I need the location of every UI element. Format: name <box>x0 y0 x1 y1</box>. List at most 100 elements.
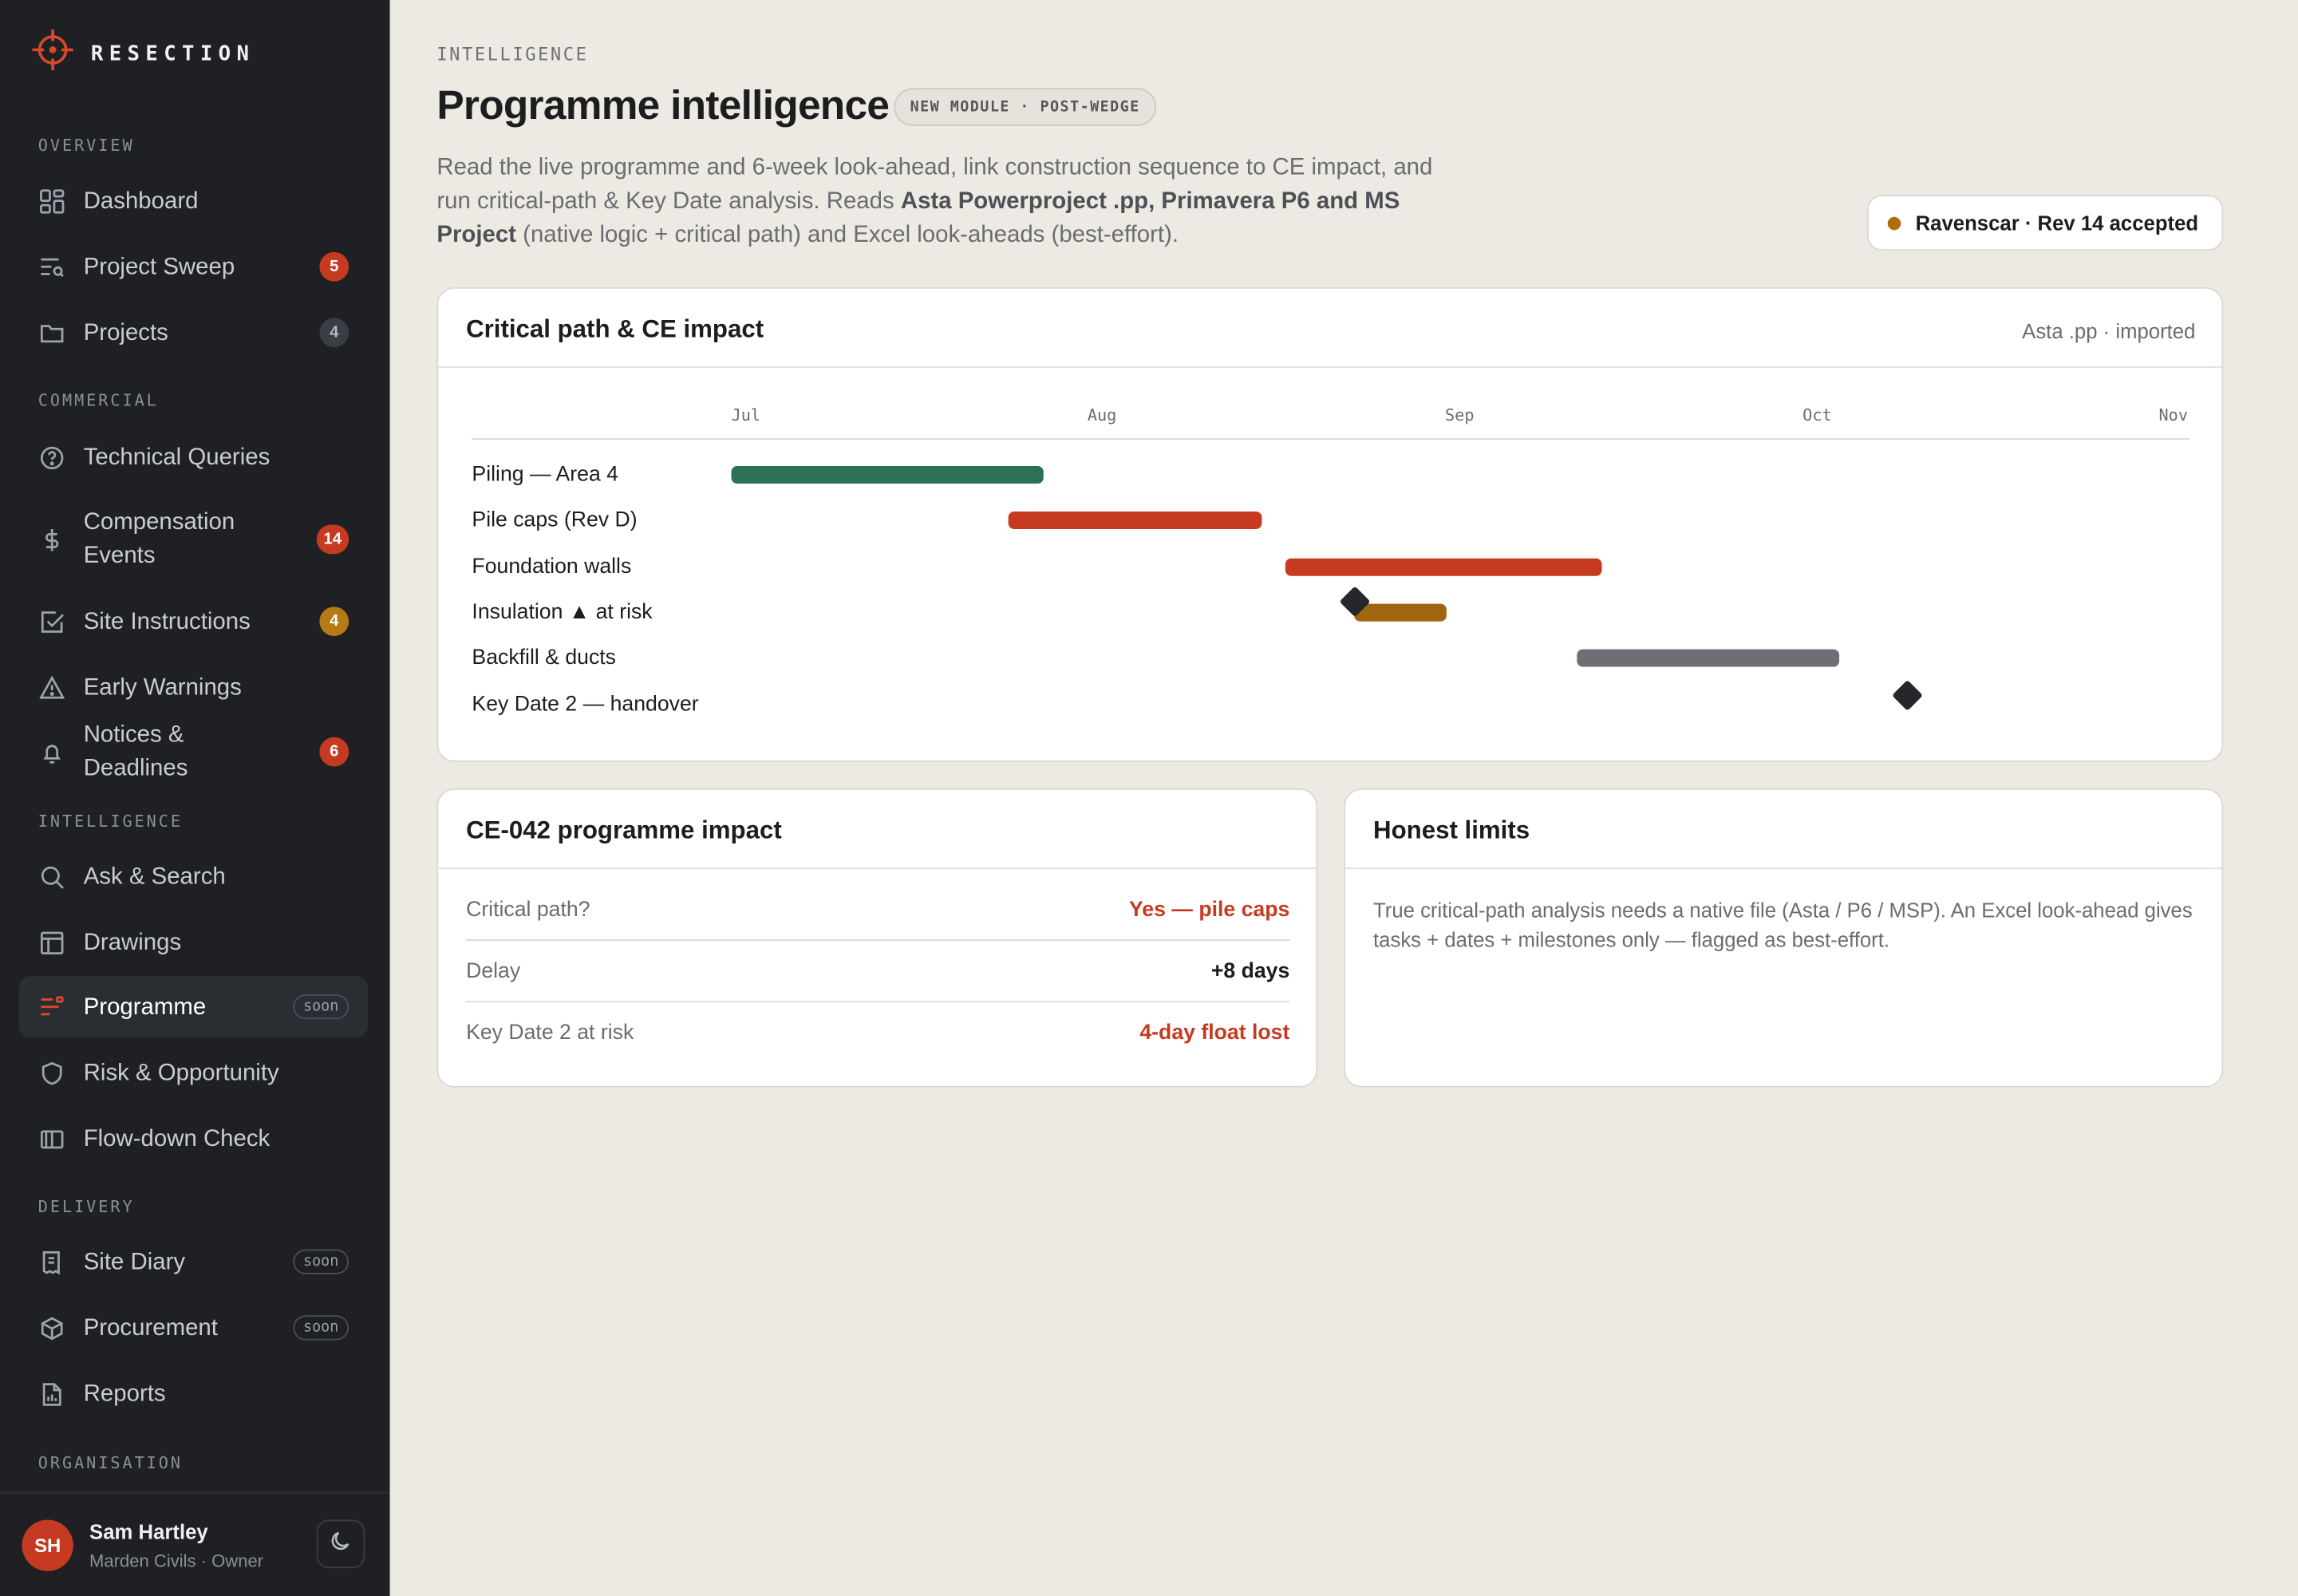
brand[interactable]: RESECTION <box>32 29 255 78</box>
section-delivery: DELIVERY <box>38 1197 135 1217</box>
row-value: 4-day float lost <box>1139 1021 1290 1045</box>
source-label: Asta .pp · imported <box>2022 319 2196 343</box>
impact-row-key-date: Key Date 2 at risk 4-day float lost <box>466 1002 1289 1064</box>
nav-risk-opportunity[interactable]: Risk & Opportunity <box>19 1042 368 1104</box>
section-commercial: COMMERCIAL <box>38 391 159 411</box>
layout-icon <box>38 929 65 955</box>
nav-project-sweep[interactable]: Project Sweep 5 <box>19 236 368 298</box>
project-status-label: Ravenscar · Rev 14 accepted <box>1915 211 2199 235</box>
nav-notices-deadlines[interactable]: Notices & Deadlines 6 <box>19 721 368 783</box>
row-key: Key Date 2 at risk <box>466 1021 634 1045</box>
nav-drawings[interactable]: Drawings <box>19 911 368 973</box>
sweep-icon <box>38 254 65 280</box>
task-bar[interactable] <box>1285 558 1602 576</box>
count-badge: 5 <box>319 251 349 282</box>
columns-icon <box>38 1125 65 1152</box>
project-status-pill[interactable]: Ravenscar · Rev 14 accepted <box>1866 195 2224 251</box>
soon-tag: soon <box>293 1315 349 1341</box>
task-label: Backfill & ducts <box>472 646 617 670</box>
user-profile: SH Sam Hartley Marden Civils · Owner <box>0 1491 390 1596</box>
critical-path-card: Critical path & CE impact Asta .pp · imp… <box>436 286 2224 763</box>
count-badge: 6 <box>319 737 349 767</box>
nav-early-warnings[interactable]: Early Warnings <box>19 657 368 718</box>
page-description: Read the live programme and 6-week look-… <box>436 151 1447 252</box>
status-dot <box>1887 215 1901 230</box>
nav-projects[interactable]: Projects 4 <box>19 302 368 363</box>
row-value: Yes — pile caps <box>1128 897 1290 922</box>
month-label: Nov <box>2158 405 2189 425</box>
month-label: Jul <box>731 405 761 425</box>
nav-label: Site Instructions <box>83 609 251 634</box>
task-bar[interactable] <box>731 466 1043 484</box>
task-bar[interactable] <box>1577 649 1839 667</box>
module-badge: NEW MODULE · POST-WEDGE <box>894 88 1156 126</box>
nav-site-diary[interactable]: Site Diary soon <box>19 1231 368 1293</box>
bell-icon <box>38 739 65 765</box>
page-title: Programme intelligence <box>436 81 890 128</box>
nav-label: Technical Queries <box>83 444 270 470</box>
limits-text: True critical-path analysis needs a nati… <box>1373 898 2193 951</box>
user-org-role: Marden Civils · Owner <box>89 1551 264 1571</box>
folder-icon <box>38 319 65 346</box>
dollar-icon <box>38 526 65 552</box>
nav-label: Programme <box>83 994 207 1020</box>
nav-label: Compensation Events <box>83 510 235 569</box>
warning-icon <box>38 674 65 701</box>
diary-icon <box>38 1249 65 1275</box>
section-organisation: ORGANISATION <box>38 1453 183 1473</box>
task-bar[interactable] <box>1008 511 1262 529</box>
nav-label: Project Sweep <box>83 254 235 279</box>
question-icon <box>38 444 65 470</box>
task-label: Foundation walls <box>472 555 632 579</box>
nav-label: Risk & Opportunity <box>83 1060 279 1085</box>
card-title: Honest limits <box>1373 816 1530 844</box>
shield-icon <box>38 1060 65 1086</box>
avatar[interactable]: SH <box>22 1519 73 1571</box>
task-label: Key Date 2 — handover <box>472 693 699 717</box>
check-square-icon <box>38 608 65 634</box>
section-overview: OVERVIEW <box>38 136 135 156</box>
card-header: CE-042 programme impact <box>438 790 1317 870</box>
nav-flow-down-check[interactable]: Flow-down Check <box>19 1108 368 1169</box>
task-label: Piling — Area 4 <box>472 463 619 487</box>
nav-label: Projects <box>83 320 168 346</box>
row-key: Critical path? <box>466 897 590 922</box>
nav-label: Procurement <box>83 1315 218 1341</box>
month-label: Oct <box>1802 405 1832 425</box>
month-label: Aug <box>1087 405 1117 425</box>
nav-dashboard[interactable]: Dashboard <box>19 170 368 231</box>
nav-site-instructions[interactable]: Site Instructions 4 <box>19 591 368 652</box>
nav-label: Drawings <box>83 930 182 955</box>
impact-row-critical-path: Critical path? Yes — pile caps <box>466 879 1290 942</box>
description-text-end: (native logic + critical path) and Excel… <box>515 223 1179 248</box>
nav-label: Dashboard <box>83 188 199 214</box>
breadcrumb: INTELLIGENCE <box>436 44 589 65</box>
card-title: Critical path & CE impact <box>466 314 764 343</box>
nav-label: Early Warnings <box>83 674 242 700</box>
timeline-rule <box>472 438 2190 440</box>
report-icon <box>38 1381 65 1407</box>
soon-tag: soon <box>293 994 349 1020</box>
card-title: CE-042 programme impact <box>466 816 782 844</box>
dashboard-icon <box>38 188 65 214</box>
row-key: Delay <box>466 959 521 983</box>
count-badge: 4 <box>319 318 349 348</box>
nav-compensation-events[interactable]: Compensation Events 14 <box>19 500 368 579</box>
task-label: Insulation ▲ at risk <box>472 600 653 625</box>
nav-reports[interactable]: Reports <box>19 1363 368 1424</box>
card-header: Honest limits <box>1345 790 2222 870</box>
theme-toggle-button[interactable] <box>316 1519 365 1569</box>
nav-label: Notices & Deadlines <box>83 722 188 781</box>
nav-procurement[interactable]: Procurement soon <box>19 1297 368 1358</box>
crosshair-logo-icon <box>32 29 73 78</box>
brand-name: RESECTION <box>90 41 255 65</box>
nav-technical-queries[interactable]: Technical Queries <box>19 426 368 488</box>
nav-ask-search[interactable]: Ask & Search <box>19 846 368 907</box>
row-value: +8 days <box>1210 959 1290 983</box>
programme-icon <box>38 994 65 1020</box>
section-intelligence: INTELLIGENCE <box>38 812 183 832</box>
soon-tag: soon <box>293 1249 349 1274</box>
nav-programme[interactable]: Programme soon <box>18 976 369 1038</box>
task-bar[interactable] <box>1354 603 1447 622</box>
search-icon <box>38 863 65 890</box>
